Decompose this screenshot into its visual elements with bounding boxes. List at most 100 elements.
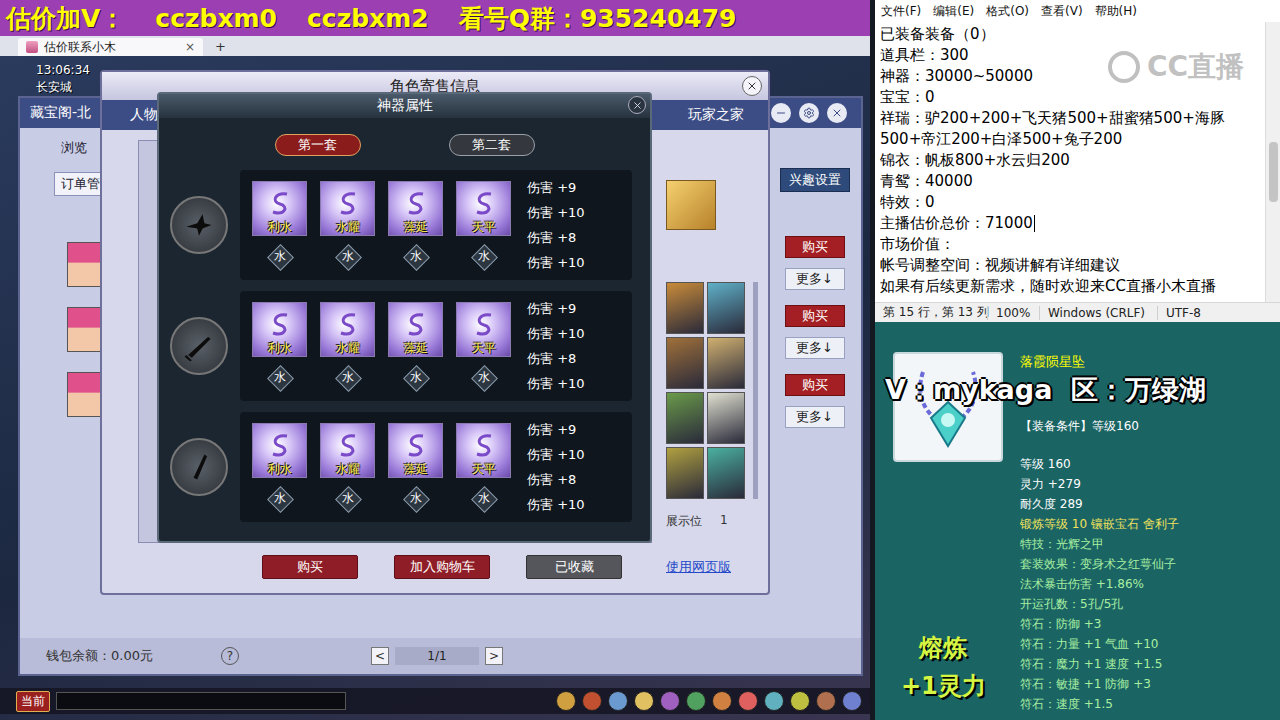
element-badge: 水 [335,486,361,512]
gem[interactable]: 天平 [456,423,511,478]
close-button[interactable] [628,96,646,114]
scrollbar[interactable] [1265,22,1280,302]
sale-tab[interactable]: 人物 [130,106,158,124]
home-link[interactable]: 玩家之家 [688,106,744,124]
element-badge: 水 [471,244,497,270]
minimize-button[interactable] [771,103,791,123]
element-text: 水 [342,369,354,386]
text-content[interactable]: 已装备装备（0）道具栏：300神器：30000~50000宝宝：0祥瑞：驴200… [875,22,1265,302]
more-button[interactable]: 更多↓ [785,337,845,359]
chat-channel[interactable]: 当前 [16,691,50,712]
gear-icon [803,107,815,119]
gem-name: 藻延 [404,341,428,356]
buy-button[interactable]: 购买 [785,305,845,327]
action-button[interactable]: 购买 [262,555,358,579]
weapon-badge[interactable] [170,196,228,254]
settings-button[interactable] [799,103,819,123]
weapon-badge[interactable] [170,317,228,375]
nav-item[interactable]: 订单管 [54,172,102,196]
next-page[interactable]: > [485,647,503,665]
character-avatar[interactable] [67,372,102,417]
shortcut-icon[interactable] [660,691,680,711]
menu-item[interactable]: 编辑(E) [933,3,974,20]
shortcut-icon[interactable] [686,691,706,711]
scroll-icon[interactable] [666,180,716,230]
shortcut-icon[interactable] [842,691,862,711]
help-button[interactable]: ? [221,647,239,665]
text-line: 帐号调整空间：视频讲解有详细建议 [880,255,1265,276]
item-name: 落霞陨星坠 [1020,352,1280,372]
menu-item[interactable]: 格式(O) [986,3,1029,20]
interest-button[interactable]: 兴趣设置 [780,168,850,192]
browser-tab[interactable]: 估价联系小木 × [18,38,203,56]
shortcut-icon[interactable] [582,691,602,711]
character-avatar[interactable] [67,242,102,287]
menu-item[interactable]: 查看(V) [1041,3,1083,20]
item-icon[interactable] [707,282,745,334]
shortcut-icon[interactable] [556,691,576,711]
item-icon[interactable] [666,392,704,444]
character-avatar[interactable] [67,307,102,352]
item-icon[interactable] [707,392,745,444]
action-button[interactable]: 已收藏 [526,555,622,579]
gem[interactable]: 藻延 [388,423,443,478]
gem[interactable]: 天平 [456,181,511,236]
close-button[interactable] [827,103,847,123]
web-link[interactable]: 使用网页版 [666,558,731,576]
tab-close[interactable]: × [185,40,195,54]
item-icon[interactable] [666,282,704,334]
shortcut-icon[interactable] [712,691,732,711]
nav-item[interactable]: 浏览 [54,136,102,160]
set-tab[interactable]: 第一套 [275,134,361,156]
shortcut-icon[interactable] [738,691,758,711]
buy-button[interactable]: 购买 [785,236,845,258]
gem[interactable]: 利水 [252,302,307,357]
artifact-panel: 利水水水耀水藻延水天平水伤害 +9伤害 +10伤害 +8伤害 +10 [240,412,632,522]
gem[interactable]: 利水 [252,181,307,236]
action-button[interactable]: 加入购物车 [394,555,490,579]
item-icon[interactable] [666,447,704,499]
shortcut-icon[interactable] [764,691,784,711]
gem-name: 利水 [268,462,292,477]
buy-button[interactable]: 购买 [785,374,845,396]
line-text: 特效：0 [880,192,935,213]
gem[interactable]: 利水 [252,423,307,478]
item-icon[interactable] [707,337,745,389]
gem[interactable]: 藻延 [388,302,443,357]
element-badge: 水 [267,486,293,512]
more-button[interactable]: 更多↓ [785,268,845,290]
prev-page[interactable]: < [371,647,389,665]
gem[interactable]: 天平 [456,302,511,357]
text-line: 500+帝江200+白泽500+兔子200 [880,129,1265,150]
gem-slot: 藻延水 [388,181,443,270]
stat-line: 伤害 +8 [527,225,585,250]
new-tab-button[interactable]: + [207,38,234,56]
artifact-row: 利水水水耀水藻延水天平水伤害 +9伤害 +10伤害 +8伤害 +10 [170,291,632,401]
element-text: 水 [274,369,286,386]
more-button[interactable]: 更多↓ [785,406,845,428]
item-icon[interactable] [707,447,745,499]
gem[interactable]: 水耀 [320,181,375,236]
shortcut-icon[interactable] [816,691,836,711]
gem[interactable]: 水耀 [320,302,375,357]
shortcut-icon[interactable] [790,691,810,711]
element-text: 水 [478,490,490,507]
gem[interactable]: 水耀 [320,423,375,478]
cc-logo-icon [1107,50,1141,84]
item-icon[interactable] [666,337,704,389]
element-text: 水 [342,490,354,507]
scroll-thumb[interactable] [1269,142,1278,202]
shortcut-icon[interactable] [608,691,628,711]
set-tab[interactable]: 第二套 [449,134,535,156]
close-button[interactable] [742,76,762,96]
gem-slot: 利水水 [252,181,307,270]
dialog-title-text: 神器属性 [377,97,433,115]
shortcut-icon[interactable] [634,691,654,711]
weapon-badge[interactable] [170,438,228,496]
gem[interactable]: 藻延 [388,181,443,236]
chat-input[interactable] [56,692,346,710]
gem-name: 水耀 [336,341,360,356]
menu-item[interactable]: 帮助(H) [1095,3,1137,20]
tab-label: 估价联系小木 [44,39,116,56]
menu-item[interactable]: 文件(F) [881,3,921,20]
